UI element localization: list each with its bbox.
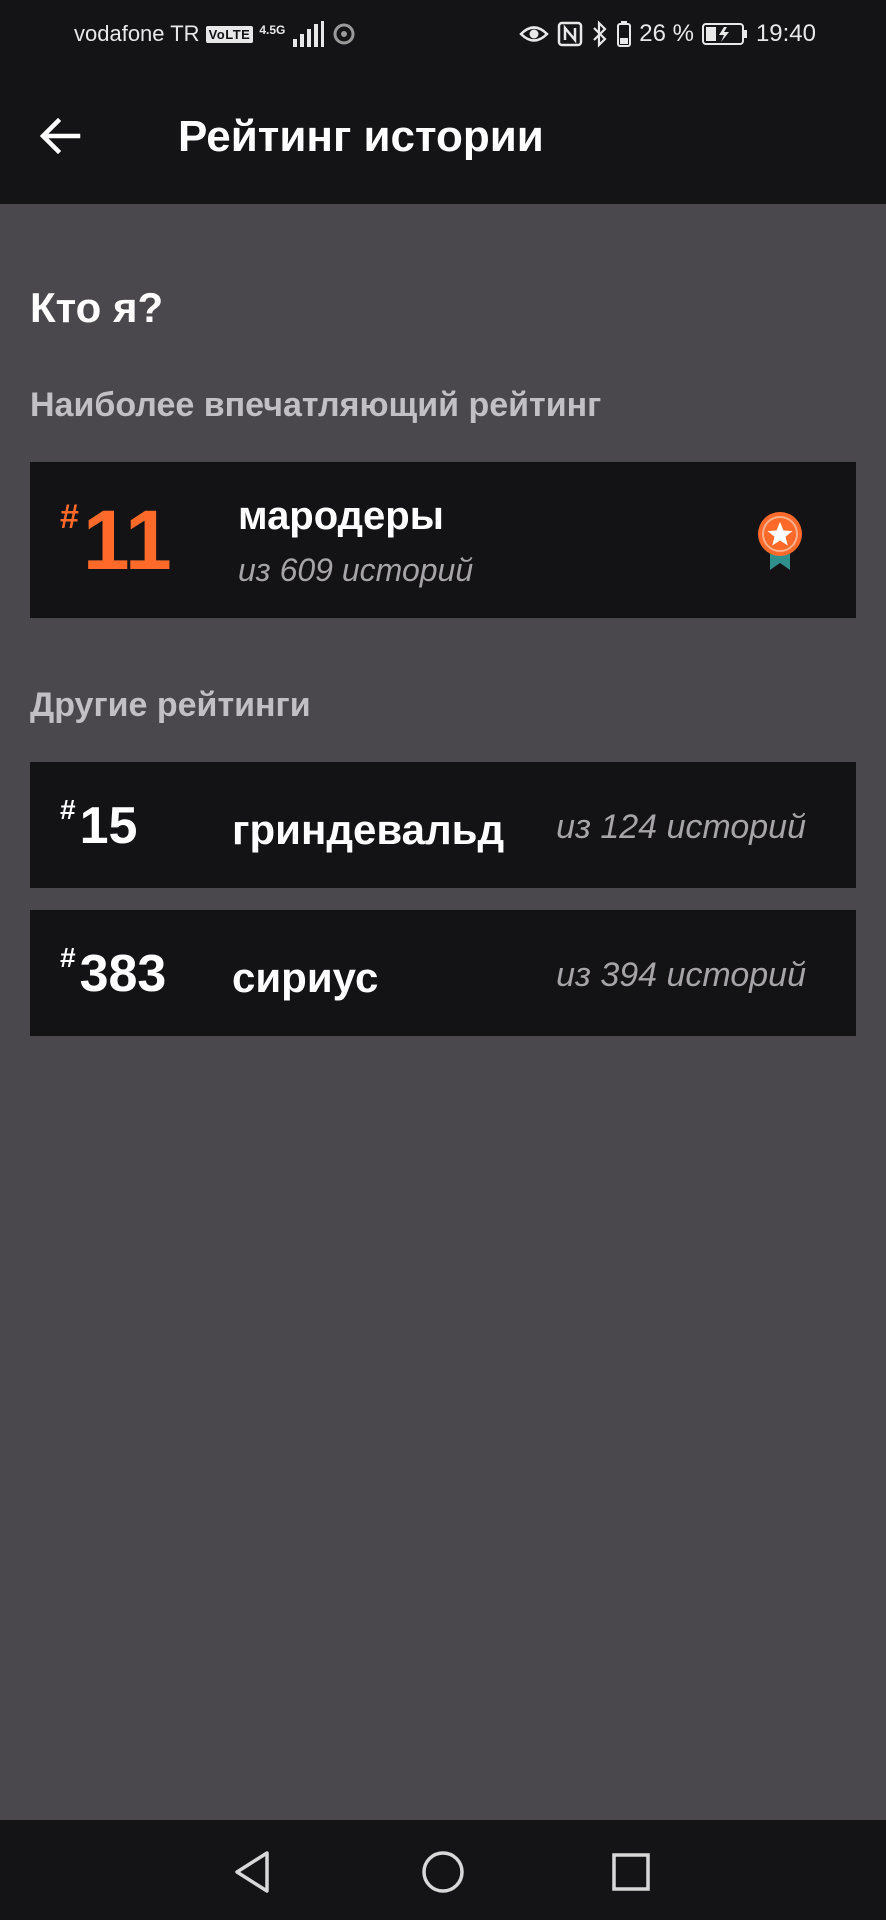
nav-recents-button[interactable] xyxy=(605,1846,657,1898)
rank: # 15 xyxy=(60,796,138,855)
nav-home-button[interactable] xyxy=(417,1846,469,1898)
rank-hash: # xyxy=(60,498,79,536)
story-count: из 124 историй xyxy=(556,808,806,846)
featured-heading: Наиболее впечатляющий рейтинг xyxy=(30,386,602,424)
rank-number: 15 xyxy=(79,797,138,855)
status-right: 26 % 19:40 xyxy=(519,18,816,50)
page-title: Рейтинг истории xyxy=(178,112,544,161)
data-saver-icon xyxy=(333,23,355,45)
status-bar: vodafone TR VoLTE 4.5G 26 % 19:40 xyxy=(0,0,886,68)
others-heading: Другие рейтинги xyxy=(30,686,311,724)
battery-small-icon xyxy=(617,21,632,47)
battery-charging-icon xyxy=(701,23,747,45)
carrier-name: vodafone TR xyxy=(74,21,200,46)
bluetooth-icon xyxy=(593,20,607,48)
who-am-i-heading: Кто я? xyxy=(30,284,164,331)
rank-number: 11 xyxy=(82,493,172,587)
story-name: мародеры xyxy=(238,494,444,538)
story-name: сириус xyxy=(232,954,379,1001)
story-count: из 609 историй xyxy=(238,552,474,588)
eye-comfort-icon xyxy=(519,26,550,42)
back-button[interactable] xyxy=(28,104,92,168)
rank: # 383 xyxy=(60,944,167,1003)
award-ribbon-icon xyxy=(758,512,802,570)
nfc-icon xyxy=(557,21,583,47)
story-name: гриндевальд xyxy=(232,806,505,853)
arrow-left-icon xyxy=(39,117,81,155)
featured-rank: # 11 xyxy=(60,493,172,587)
clock: 19:40 xyxy=(755,20,816,47)
signal-icon xyxy=(293,21,325,47)
battery-percent: 26 % xyxy=(639,20,694,47)
circle-home-icon xyxy=(422,1851,464,1893)
rank-hash: # xyxy=(60,942,76,973)
network-type: 4.5G xyxy=(259,23,286,37)
triangle-back-icon xyxy=(235,1851,269,1893)
rank-hash: # xyxy=(60,794,76,825)
volte-badge: VoLTE xyxy=(205,25,254,43)
square-recents-icon xyxy=(612,1853,650,1891)
featured-ranking-card[interactable]: # 11 мародеры из 609 историй xyxy=(30,462,856,618)
nav-back-button[interactable] xyxy=(226,1846,278,1898)
story-count: из 394 историй xyxy=(556,956,806,994)
ranking-card-grindelwald[interactable]: # 15 гриндевальд из 124 историй xyxy=(30,762,856,888)
status-left: vodafone TR VoLTE 4.5G xyxy=(74,18,357,50)
ranking-card-sirius[interactable]: # 383 сириус из 394 историй xyxy=(30,910,856,1036)
system-nav-bar xyxy=(0,1820,886,1920)
app-bar: Рейтинг истории xyxy=(0,68,886,204)
rank-number: 383 xyxy=(79,945,167,1003)
